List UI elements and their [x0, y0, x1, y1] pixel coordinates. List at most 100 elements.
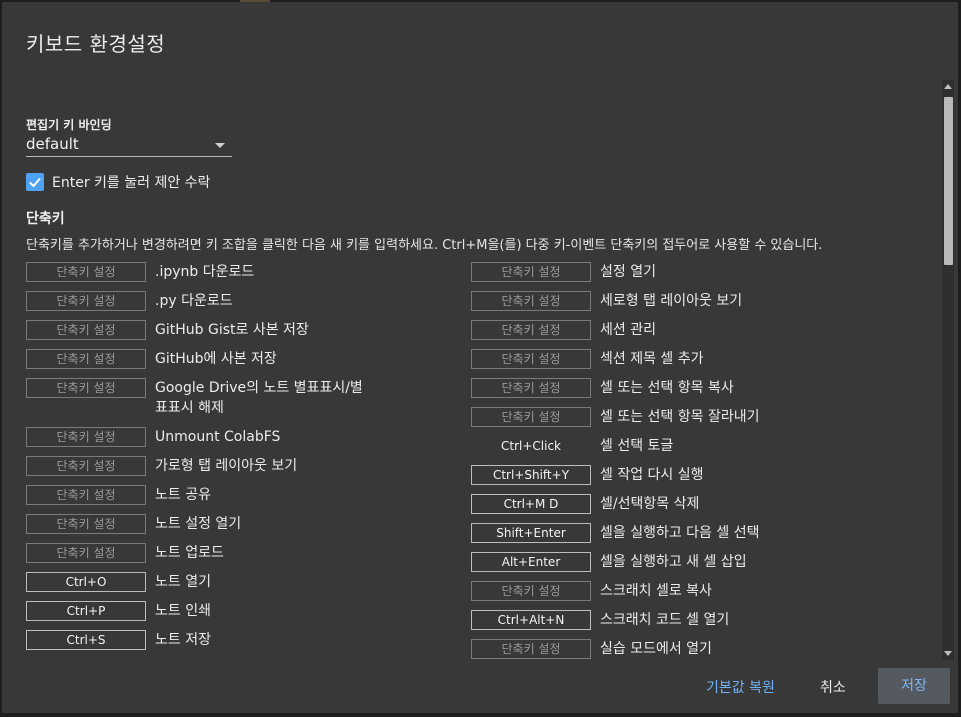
shortcut-key-button[interactable]: 단축키 설정: [471, 291, 591, 311]
shortcut-row: 단축키 설정 설정 열기: [471, 262, 931, 291]
shortcut-row: Ctrl+P 노트 인쇄: [26, 601, 456, 630]
shortcut-key-button[interactable]: 단축키 설정: [26, 349, 146, 369]
shortcut-key-button[interactable]: 단축키 설정: [26, 378, 146, 398]
accept-suggestion-label: Enter 키를 눌러 제안 수락: [52, 175, 211, 191]
shortcut-row: 단축키 설정 셀 또는 선택 항목 잘라내기: [471, 407, 931, 436]
shortcut-row: 단축키 설정 GitHub Gist로 사본 저장: [26, 320, 456, 349]
checkmark-icon: [29, 177, 41, 188]
shortcut-key-button[interactable]: 단축키 설정: [26, 514, 146, 534]
shortcut-command-label: 실습 모드에서 열기: [600, 641, 712, 657]
shortcut-key-button[interactable]: 단축키 설정: [26, 262, 146, 282]
shortcut-key-button[interactable]: 단축키 설정: [471, 581, 591, 601]
shortcut-command-label: 설정 열기: [600, 264, 656, 280]
shortcut-row: 단축키 설정 노트 업로드: [26, 543, 456, 572]
editor-key-bindings-label: 편집기 키 바인딩: [26, 118, 112, 132]
shortcut-key-button[interactable]: 단축키 설정: [471, 378, 591, 398]
shortcut-row: Ctrl+Shift+Y 셀 작업 다시 실행: [471, 465, 931, 494]
shortcut-row: 단축키 설정 세션 관리: [471, 320, 931, 349]
shortcut-row: Shift+Enter 셀을 실행하고 다음 셀 선택: [471, 523, 931, 552]
shortcut-command-label: 셀 작업 다시 실행: [600, 467, 704, 483]
shortcut-command-label: 셀을 실행하고 새 셀 삽입: [600, 554, 747, 570]
shortcut-key-button[interactable]: 단축키 설정: [26, 485, 146, 505]
shortcut-row: 단축키 설정 섹션 제목 셀 추가: [471, 349, 931, 378]
shortcut-command-label: 노트 인쇄: [155, 603, 211, 619]
dialog-footer: 기본값 복원 취소 저장: [2, 660, 958, 713]
shortcut-command-label: 노트 업로드: [155, 545, 224, 561]
shortcut-key-button[interactable]: Ctrl+Click: [471, 436, 591, 456]
shortcut-key-button[interactable]: 단축키 설정: [471, 639, 591, 659]
shortcut-key-button[interactable]: 단축키 설정: [471, 349, 591, 369]
shortcut-command-label: 셀을 실행하고 다음 셀 선택: [600, 525, 760, 541]
shortcut-row: 단축키 설정 GitHub에 사본 저장: [26, 349, 456, 378]
shortcut-key-button[interactable]: Ctrl+S: [26, 630, 146, 650]
shortcut-row: 단축키 설정 셀 또는 선택 항목 복사: [471, 378, 931, 407]
shortcut-row: Ctrl+Click 셀 선택 토글: [471, 436, 931, 465]
shortcut-key-button[interactable]: 단축키 설정: [471, 262, 591, 282]
keyboard-preferences-dialog: 키보드 환경설정 편집기 키 바인딩 default Enter 키를 눌러 제…: [2, 2, 958, 713]
shortcut-row: Alt+Enter 셀을 실행하고 새 셀 삽입: [471, 552, 931, 581]
shortcut-command-label: 섹션 제목 셀 추가: [600, 351, 704, 367]
shortcut-key-button[interactable]: Alt+Enter: [471, 552, 591, 572]
shortcut-command-label: 셀/선택항목 삭제: [600, 496, 700, 512]
shortcut-key-button[interactable]: Ctrl+P: [26, 601, 146, 621]
shortcuts-left-column: 단축키 설정 .ipynb 다운로드 단축키 설정 .py 다운로드 단축키 설정 Git…: [26, 262, 456, 659]
accept-suggestion-checkbox[interactable]: [26, 173, 44, 191]
vertical-scrollbar[interactable]: [942, 80, 954, 660]
shortcut-row: 단축키 설정 세로형 탭 레이아웃 보기: [471, 291, 931, 320]
restore-defaults-button[interactable]: 기본값 복원: [706, 677, 775, 697]
shortcut-command-label: 세로형 탭 레이아웃 보기: [600, 293, 743, 309]
shortcut-row: 단축키 설정 가로형 탭 레이아웃 보기: [26, 456, 456, 485]
shortcut-key-button[interactable]: Ctrl+Shift+Y: [471, 465, 591, 485]
shortcut-command-label: 세션 관리: [600, 322, 656, 338]
shortcut-row: 단축키 설정 실습 모드에서 열기: [471, 639, 931, 660]
shortcut-key-button[interactable]: Ctrl+O: [26, 572, 146, 592]
shortcut-row: Ctrl+O 노트 열기: [26, 572, 456, 601]
shortcut-row: 단축키 설정 .ipynb 다운로드: [26, 262, 456, 291]
shortcut-command-label: 셀 선택 토글: [600, 438, 674, 454]
scroll-down-icon[interactable]: [944, 651, 952, 656]
shortcut-key-button[interactable]: 단축키 설정: [26, 320, 146, 340]
shortcut-command-label: 노트 열기: [155, 574, 211, 590]
shortcut-key-button[interactable]: 단축키 설정: [26, 456, 146, 476]
shortcut-key-button[interactable]: 단축키 설정: [26, 427, 146, 447]
shortcuts-description: 단축키를 추가하거나 변경하려면 키 조합을 클릭한 다음 새 키를 입력하세요…: [26, 238, 823, 253]
shortcut-command-label: 노트 공유: [155, 487, 211, 503]
shortcut-command-label: 셀 또는 선택 항목 복사: [600, 380, 734, 396]
shortcut-command-label: 노트 저장: [155, 632, 211, 648]
shortcut-command-label: .ipynb 다운로드: [155, 264, 255, 280]
dialog-title: 키보드 환경설정: [26, 32, 166, 56]
shortcut-key-button[interactable]: 단축키 설정: [471, 407, 591, 427]
cancel-button[interactable]: 취소: [820, 677, 846, 697]
shortcut-command-label: 가로형 탭 레이아웃 보기: [155, 458, 298, 474]
shortcut-key-button[interactable]: Ctrl+Alt+N: [471, 610, 591, 630]
save-button[interactable]: 저장: [878, 668, 950, 704]
shortcut-command-label: 스크래치 코드 셀 열기: [600, 612, 730, 628]
shortcut-command-label: 노트 설정 열기: [155, 516, 242, 532]
shortcut-key-button[interactable]: Shift+Enter: [471, 523, 591, 543]
shortcut-command-label: GitHub Gist로 사본 저장: [155, 322, 309, 338]
dialog-scroll-area[interactable]: 편집기 키 바인딩 default Enter 키를 눌러 제안 수락 단축키 …: [2, 80, 940, 660]
shortcut-row: 단축키 설정 노트 공유: [26, 485, 456, 514]
scrollbar-thumb[interactable]: [944, 97, 953, 265]
shortcut-key-button[interactable]: Ctrl+M D: [471, 494, 591, 514]
shortcut-row: Ctrl+S 노트 저장: [26, 630, 456, 659]
shortcut-command-label: 셀 또는 선택 항목 잘라내기: [600, 409, 760, 425]
scroll-up-icon[interactable]: [944, 84, 952, 89]
editor-key-bindings-select[interactable]: default: [26, 132, 232, 157]
shortcut-key-button[interactable]: 단축키 설정: [26, 543, 146, 563]
shortcut-row: 단축키 설정 .py 다운로드: [26, 291, 456, 320]
shortcut-command-label: 스크래치 셀로 복사: [600, 583, 712, 599]
shortcut-row: 단축키 설정 Unmount ColabFS: [26, 427, 456, 456]
shortcut-row: Ctrl+Alt+N 스크래치 코드 셀 열기: [471, 610, 931, 639]
accept-suggestion-row[interactable]: Enter 키를 눌러 제안 수락: [26, 172, 210, 192]
shortcut-row: 단축키 설정 스크래치 셀로 복사: [471, 581, 931, 610]
shortcut-command-label: GitHub에 사본 저장: [155, 351, 277, 367]
shortcut-row: 단축키 설정 노트 설정 열기: [26, 514, 456, 543]
chevron-down-icon: [215, 143, 225, 148]
shortcuts-right-column: 단축키 설정 설정 열기 단축키 설정 세로형 탭 레이아웃 보기 단축키 설정 세션 관…: [471, 262, 931, 660]
shortcut-row: Ctrl+M D 셀/선택항목 삭제: [471, 494, 931, 523]
shortcut-command-label: Unmount ColabFS: [155, 429, 281, 445]
shortcut-command-label: Google Drive의 노트 별표표시/별표표시 해제: [155, 380, 363, 416]
shortcut-key-button[interactable]: 단축키 설정: [26, 291, 146, 311]
shortcut-key-button[interactable]: 단축키 설정: [471, 320, 591, 340]
